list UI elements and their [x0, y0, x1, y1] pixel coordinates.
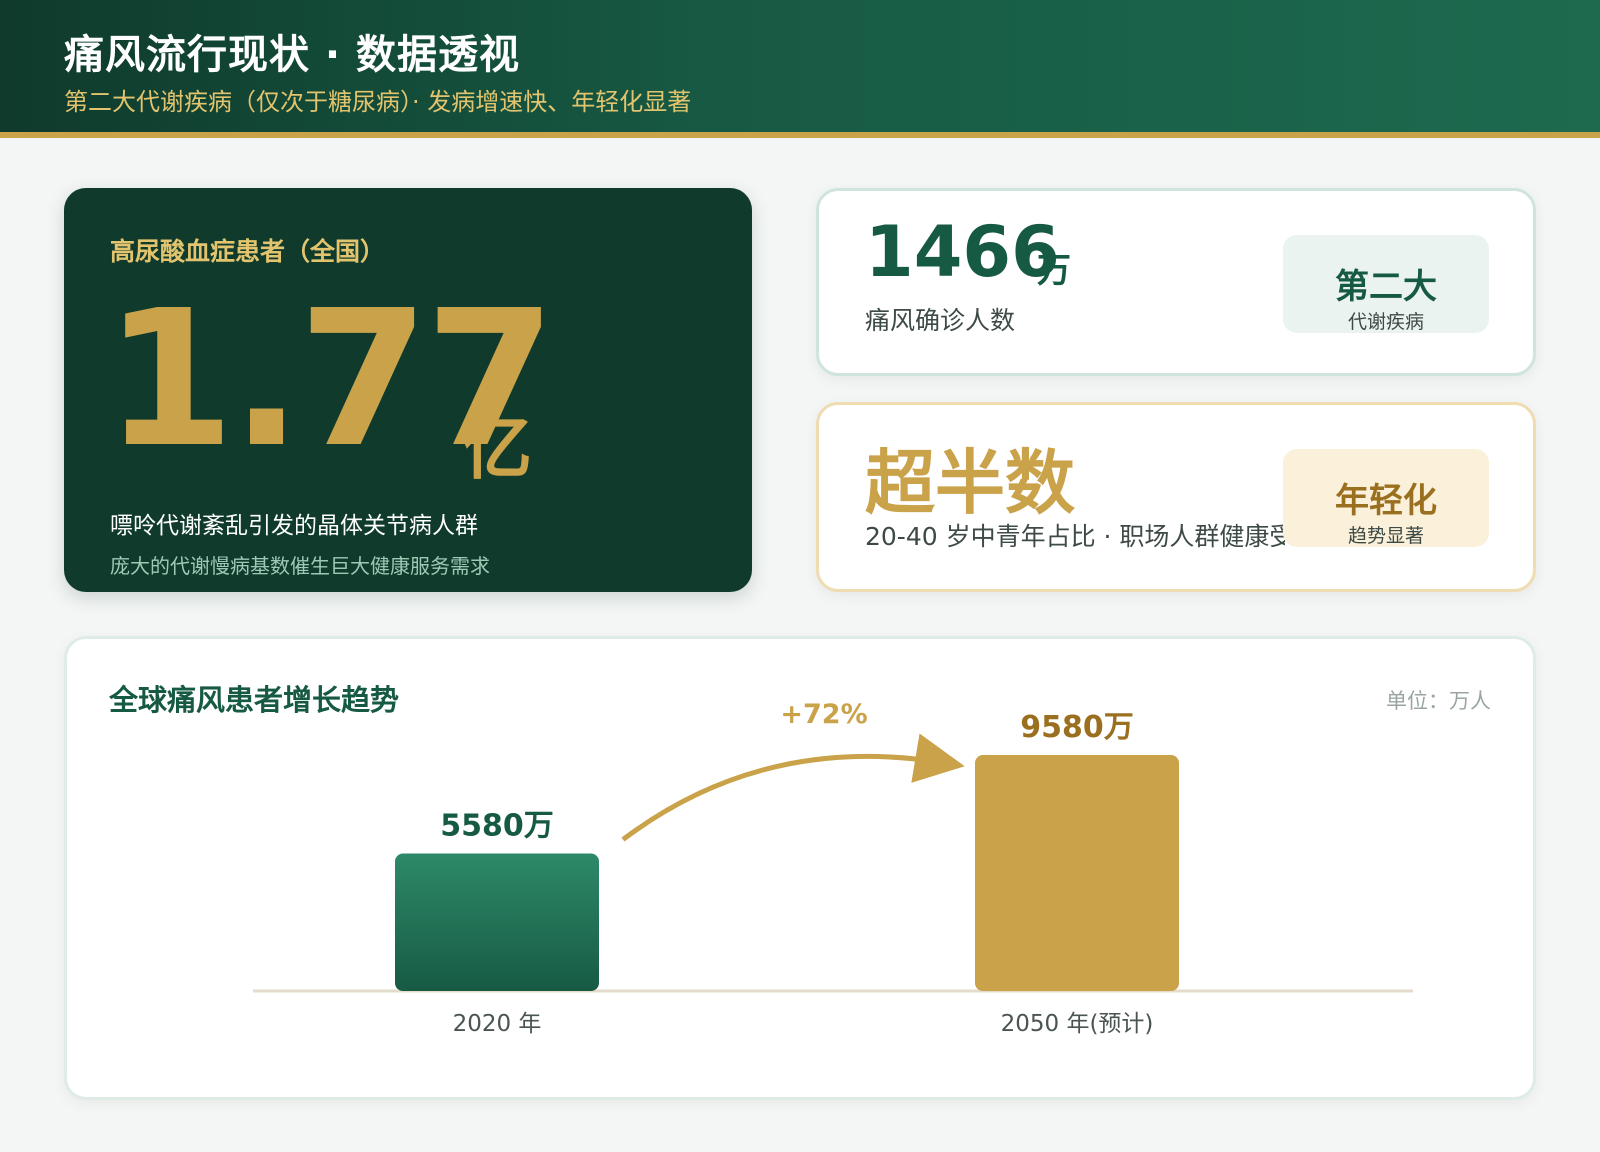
young-ratio-value: 超半数 [865, 442, 1075, 524]
bar-chart: 5580万 2020 年 9580万 2050 年(预计) +72% [253, 699, 1413, 1037]
growth-arrow [621, 733, 965, 842]
growth-chart-card: 全球痛风患者增长趋势 单位：万人 5580万 2020 年 9580万 2050 年(… [64, 636, 1536, 1100]
gout-count-value: 1466 [865, 211, 1060, 293]
trend-badge-main: 年轻化 [1335, 481, 1437, 521]
trend-badge-sub: 趋势显著 [1347, 525, 1424, 547]
header-divider [0, 132, 1600, 138]
young-ratio-card: 超半数 20-40 岁中青年占比 · 职场人群健康受 年轻化 趋势显著 [816, 402, 1536, 592]
gout-count-unit: 万 [1037, 251, 1071, 291]
hero-unit: 亿 [462, 407, 532, 489]
young-ratio-label: 20-40 岁中青年占比 · 职场人群健康受 [865, 522, 1285, 551]
page-subtitle: 第二大代谢疾病（仅次于糖尿病）· 发病增速快、年轻化显著 [64, 88, 692, 116]
hero-stat-card: 高尿酸血症患者（全国） 1.77 亿 嘌呤代谢紊乱引发的晶体关节病人群 庞大的代… [64, 188, 752, 592]
rank-badge: 第二大 代谢疾病 [1283, 235, 1489, 333]
bar-value-label-1: 5580万 [440, 809, 554, 844]
category-label-2: 2050 年(预计) [1001, 1011, 1154, 1037]
gout-patients-card: 1466 万 痛风确诊人数 第二大 代谢疾病 [816, 188, 1536, 376]
bar-2 [975, 755, 1179, 991]
growth-rate-label: +72% [780, 699, 867, 730]
bar-value-label-2: 9580万 [1020, 710, 1134, 745]
gout-count-label: 痛风确诊人数 [865, 306, 1016, 335]
header-banner: 痛风流行现状 · 数据透视 第二大代谢疾病（仅次于糖尿病）· 发病增速快、年轻化… [0, 0, 1600, 132]
category-label-1: 2020 年 [453, 1011, 542, 1037]
rank-badge-sub: 代谢疾病 [1347, 311, 1424, 333]
rank-badge-main: 第二大 [1335, 267, 1437, 307]
bar-1 [395, 853, 599, 991]
trend-badge: 年轻化 趋势显著 [1283, 449, 1489, 547]
page-title: 痛风流行现状 · 数据透视 [64, 32, 521, 78]
hero-label: 高尿酸血症患者（全国） [110, 237, 386, 266]
hero-note: 庞大的代谢慢病基数催生巨大健康服务需求 [110, 554, 490, 578]
hero-description: 嘌呤代谢紊乱引发的晶体关节病人群 [110, 513, 478, 539]
